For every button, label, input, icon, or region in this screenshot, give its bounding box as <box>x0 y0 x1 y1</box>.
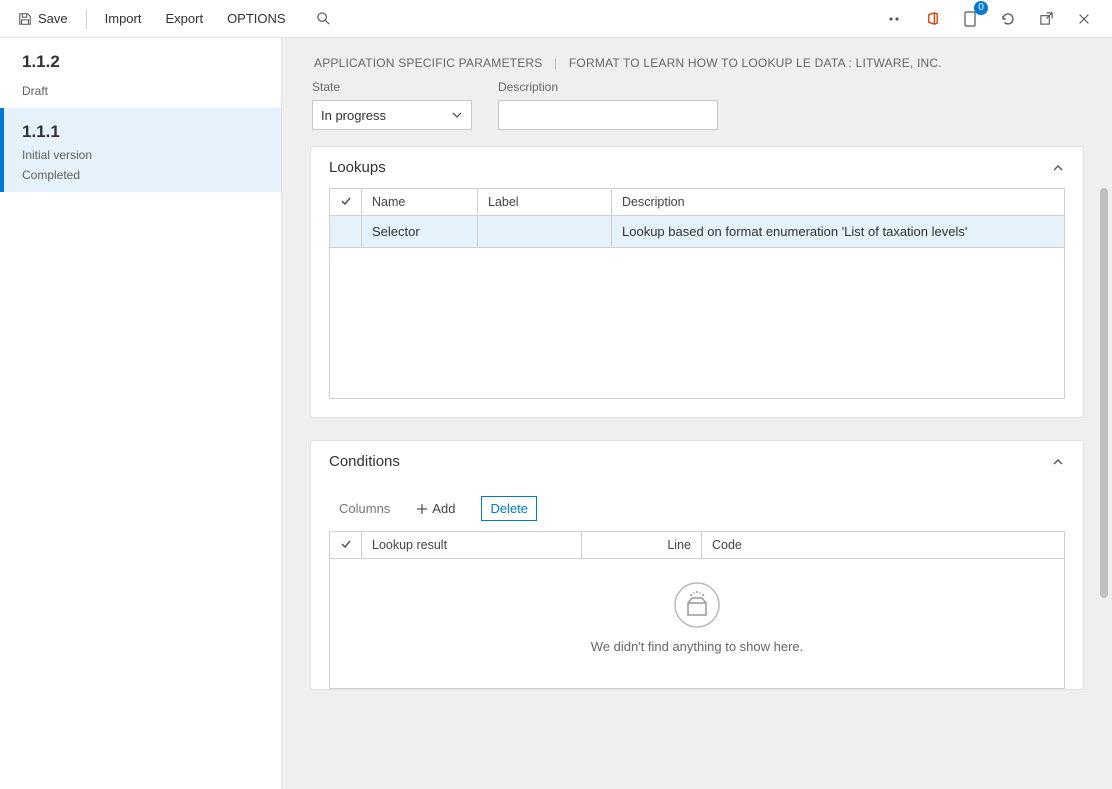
office-button[interactable] <box>920 7 944 31</box>
cond-col-check[interactable] <box>330 532 362 558</box>
state-value: In progress <box>321 108 386 123</box>
state-select[interactable]: In progress <box>312 100 472 130</box>
office-icon <box>925 11 940 26</box>
empty-box-icon <box>673 581 721 629</box>
col-check[interactable] <box>330 189 362 215</box>
breadcrumb-sep: | <box>554 56 557 70</box>
col-label[interactable]: Label <box>478 189 612 215</box>
description-input[interactable] <box>498 100 718 130</box>
save-icon <box>18 12 32 26</box>
search-icon <box>316 11 331 26</box>
version-completed: Completed <box>22 168 263 182</box>
delete-label: Delete <box>490 501 528 516</box>
version-subtitle: Initial version <box>22 148 263 162</box>
checkmark-icon <box>340 538 351 550</box>
add-button[interactable]: Add <box>408 497 463 520</box>
conditions-title: Conditions <box>329 453 400 470</box>
import-button[interactable]: Import <box>95 7 152 30</box>
options-label: OPTIONS <box>227 11 286 26</box>
notification-button[interactable]: 0 <box>958 7 982 31</box>
plus-icon <box>416 503 428 515</box>
popout-icon <box>1039 11 1054 26</box>
conditions-grid-header: Lookup result Line Code <box>330 532 1064 559</box>
columns-button[interactable]: Columns <box>339 501 390 516</box>
close-button[interactable] <box>1072 7 1096 31</box>
scrollbar[interactable] <box>1100 188 1108 598</box>
conditions-header[interactable]: Conditions <box>311 441 1083 482</box>
lookups-grid: Name Label Description Selector Lookup b… <box>329 188 1065 399</box>
version-sidebar: 1.1.2 Draft 1.1.1 Initial version Comple… <box>0 38 282 789</box>
row-name: Selector <box>362 216 478 247</box>
popout-button[interactable] <box>1034 7 1058 31</box>
cond-col-lookup[interactable]: Lookup result <box>362 532 582 558</box>
row-label <box>478 216 612 247</box>
breadcrumb: APPLICATION SPECIFIC PARAMETERS | FORMAT… <box>310 38 1084 80</box>
add-label: Add <box>432 501 455 516</box>
separator <box>86 9 87 29</box>
breadcrumb-1: APPLICATION SPECIFIC PARAMETERS <box>314 56 542 70</box>
version-number: 1.1.2 <box>22 52 263 72</box>
col-name[interactable]: Name <box>362 189 478 215</box>
col-desc[interactable]: Description <box>612 189 1064 215</box>
version-item-1-1-2[interactable]: 1.1.2 Draft <box>0 38 281 108</box>
conditions-toolbar: Columns Add Delete <box>311 482 1083 531</box>
close-icon <box>1077 12 1091 26</box>
empty-message: We didn't find anything to show here. <box>591 639 804 654</box>
lookups-row[interactable]: Selector Lookup based on format enumerat… <box>330 216 1064 248</box>
options-button[interactable]: OPTIONS <box>217 7 296 30</box>
lookups-empty-area <box>330 248 1064 398</box>
lookups-grid-header: Name Label Description <box>330 189 1064 216</box>
conditions-empty: We didn't find anything to show here. <box>330 559 1064 688</box>
save-button[interactable]: Save <box>8 7 78 30</box>
refresh-icon <box>1000 11 1016 27</box>
notification-count: 0 <box>974 1 988 15</box>
save-label: Save <box>38 11 68 26</box>
export-button[interactable]: Export <box>155 7 213 30</box>
chevron-down-icon <box>451 109 463 121</box>
row-desc: Lookup based on format enumeration 'List… <box>612 216 1064 247</box>
checkmark-icon <box>340 195 351 207</box>
version-number: 1.1.1 <box>22 122 263 142</box>
chevron-up-icon <box>1051 455 1065 469</box>
lookups-title: Lookups <box>329 159 386 176</box>
search-button[interactable] <box>312 7 336 31</box>
lookups-panel: Lookups Name <box>310 146 1084 418</box>
refresh-button[interactable] <box>996 7 1020 31</box>
connector-icon-button[interactable] <box>882 7 906 31</box>
cond-col-code[interactable]: Code <box>702 532 1064 558</box>
description-label: Description <box>498 80 718 94</box>
export-label: Export <box>165 11 203 26</box>
import-label: Import <box>105 11 142 26</box>
version-item-1-1-1[interactable]: 1.1.1 Initial version Completed <box>0 108 281 192</box>
row-check[interactable] <box>330 216 362 247</box>
version-status: Draft <box>22 84 263 98</box>
lookups-header[interactable]: Lookups <box>311 147 1083 188</box>
delete-button[interactable]: Delete <box>481 496 537 521</box>
cond-col-line[interactable]: Line <box>582 532 702 558</box>
document-icon <box>963 11 977 27</box>
conditions-grid: Lookup result Line Code We didn't find a… <box>329 531 1065 689</box>
chevron-up-icon <box>1051 161 1065 175</box>
state-label: State <box>312 80 472 94</box>
top-toolbar: Save Import Export OPTIONS 0 <box>0 0 1112 38</box>
conditions-panel: Conditions Columns Add Delete <box>310 440 1084 690</box>
breadcrumb-2: FORMAT TO LEARN HOW TO LOOKUP LE DATA : … <box>569 56 942 70</box>
connector-icon <box>886 11 902 27</box>
content-area: APPLICATION SPECIFIC PARAMETERS | FORMAT… <box>282 38 1112 789</box>
